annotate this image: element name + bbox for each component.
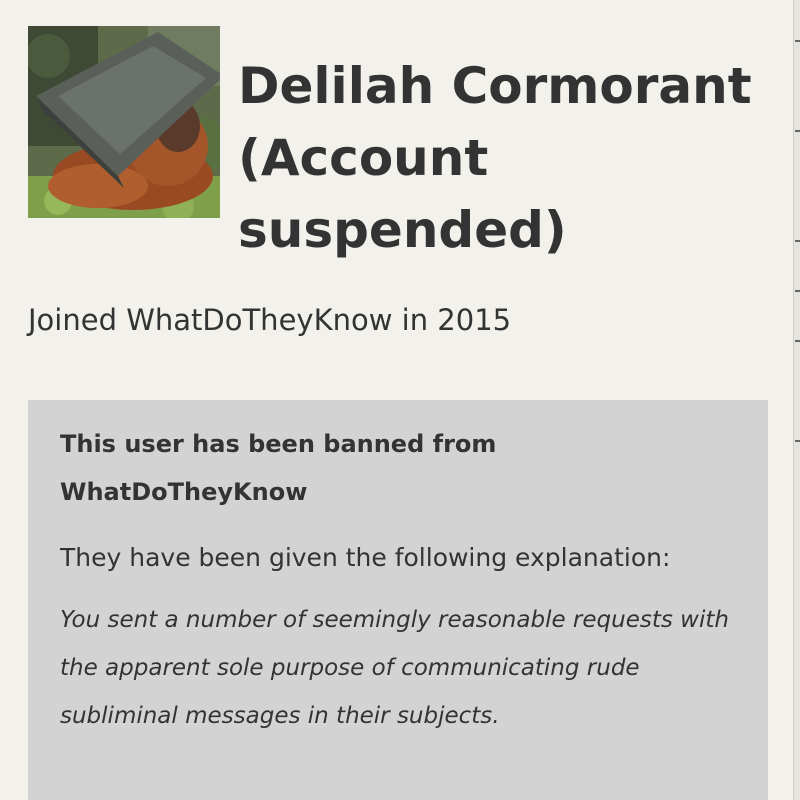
profile-header: Delilah Cormorant (Account suspended): [28, 26, 768, 266]
avatar: [28, 26, 220, 218]
ban-intro: They have been given the following expla…: [60, 543, 671, 572]
ban-notice: This user has been banned from WhatDoThe…: [28, 400, 768, 800]
scrollbar-marker: [795, 340, 800, 342]
user-profile-page: Delilah Cormorant (Account suspended) Jo…: [0, 0, 800, 800]
orangutan-photo-icon: [28, 26, 220, 218]
scrollbar-marker: [795, 130, 800, 132]
ban-reason: You sent a number of seemingly reasonabl…: [60, 607, 729, 729]
scrollbar-marker: [795, 40, 800, 42]
ban-heading: This user has been banned from WhatDoThe…: [60, 430, 497, 506]
scrollbar-marker: [795, 240, 800, 242]
joined-date: Joined WhatDoTheyKnow in 2015: [28, 303, 512, 337]
user-name: Delilah Cormorant (Account suspended): [238, 57, 752, 259]
scrollbar[interactable]: [793, 0, 800, 800]
scrollbar-marker: [795, 290, 800, 292]
scrollbar-marker: [795, 440, 800, 442]
